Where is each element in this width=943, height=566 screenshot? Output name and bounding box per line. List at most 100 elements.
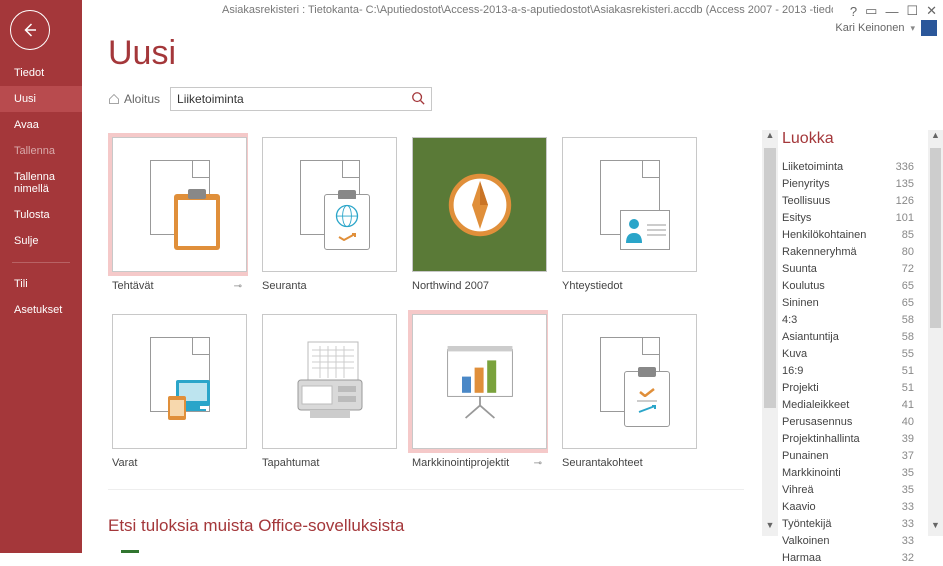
templates-scrollbar[interactable]: ▲ ▼: [762, 130, 778, 536]
back-button[interactable]: [10, 10, 50, 50]
category-count: 35: [902, 467, 914, 479]
scroll-up-icon[interactable]: ▲: [928, 130, 943, 146]
category-row[interactable]: Henkilökohtainen85: [782, 226, 914, 243]
category-row[interactable]: Työntekijä 33: [782, 515, 914, 532]
category-row[interactable]: Punainen37: [782, 447, 914, 464]
sidebar-item-tili[interactable]: Tili: [0, 271, 82, 297]
category-label: Sininen: [782, 297, 819, 309]
templates-grid: Tehtävät ⊸ Seuranta: [108, 133, 744, 469]
category-count: 65: [902, 280, 914, 292]
sidebar-item-tulosta[interactable]: Tulosta: [0, 202, 82, 228]
scroll-down-icon[interactable]: ▼: [762, 520, 778, 536]
category-row[interactable]: Perusasennus40: [782, 413, 914, 430]
category-row[interactable]: Projektinhallinta39: [782, 430, 914, 447]
category-label: Kaavio: [782, 501, 816, 513]
category-row[interactable]: Asiantuntija58: [782, 328, 914, 345]
category-row[interactable]: Kuva55: [782, 345, 914, 362]
categories-title: Luokka: [782, 130, 914, 148]
scroll-thumb[interactable]: [930, 148, 941, 328]
category-row[interactable]: Liiketoiminta336: [782, 158, 914, 175]
template-varat[interactable]: Varat: [108, 310, 248, 469]
category-count: 33: [902, 518, 914, 530]
template-label: Northwind 2007: [412, 280, 489, 292]
category-row[interactable]: Rakenneryhmä80: [782, 243, 914, 260]
template-label: Tehtävät: [112, 280, 154, 292]
category-row[interactable]: Esitys101: [782, 209, 914, 226]
content-area: Uusi Aloitus: [82, 0, 762, 553]
category-count: 65: [902, 297, 914, 309]
globe-icon: [333, 202, 361, 230]
close-icon[interactable]: ✕: [926, 3, 937, 19]
sidebar-item-label: Asetukset: [14, 304, 62, 316]
template-yhteystiedot[interactable]: Yhteystiedot: [558, 133, 698, 292]
template-northwind[interactable]: Northwind 2007: [408, 133, 548, 292]
category-row[interactable]: 4:358: [782, 311, 914, 328]
category-count: 80: [902, 246, 914, 258]
sidebar-item-sulje[interactable]: Sulje: [0, 228, 82, 254]
sidebar-item-label: Tulosta: [14, 209, 50, 221]
category-label: Projekti: [782, 382, 819, 394]
other-apps-results: Etsi tuloksia muista Office-sovelluksist…: [108, 516, 744, 553]
categories-scrollbar[interactable]: ▲ ▼: [928, 130, 943, 536]
template-label: Varat: [112, 457, 137, 469]
pin-icon[interactable]: ⊸: [534, 458, 548, 469]
home-link[interactable]: Aloitus: [108, 92, 160, 106]
category-count: 41: [902, 399, 914, 411]
template-markkinointiprojektit[interactable]: Markkinointiprojektit ⊸: [408, 310, 548, 469]
category-label: Työntekijä: [782, 518, 832, 530]
scroll-down-icon[interactable]: ▼: [928, 520, 943, 536]
category-label: Perusasennus: [782, 416, 852, 428]
category-row[interactable]: Harmaa32: [782, 549, 914, 566]
category-row[interactable]: Projekti 51: [782, 379, 914, 396]
category-row[interactable]: Koulutus65: [782, 277, 914, 294]
category-count: 33: [902, 535, 914, 547]
sidebar-item-avaa[interactable]: Avaa: [0, 112, 82, 138]
template-tehtavat[interactable]: Tehtävät ⊸: [108, 133, 248, 292]
category-row[interactable]: Sininen 65: [782, 294, 914, 311]
scroll-thumb[interactable]: [764, 148, 776, 408]
category-row[interactable]: Medialeikkeet41: [782, 396, 914, 413]
category-row[interactable]: Markkinointi35: [782, 464, 914, 481]
sidebar-item-tallenna: Tallenna: [0, 138, 82, 164]
search-icon[interactable]: [411, 91, 425, 108]
category-label: Suunta: [782, 263, 817, 275]
category-row[interactable]: Kaavio 33: [782, 498, 914, 515]
maximize-icon[interactable]: ☐: [906, 3, 918, 19]
category-count: 33: [902, 501, 914, 513]
user-name: Kari Keinonen: [835, 22, 904, 34]
sidebar-item-tiedot[interactable]: Tiedot: [0, 60, 82, 86]
user-account[interactable]: Kari Keinonen ▾: [835, 20, 937, 36]
template-thumbnail: [112, 314, 247, 449]
other-app-row[interactable]: ▸ P Project: 2: [108, 546, 744, 553]
category-label: Valkoinen: [782, 535, 830, 547]
sidebar-item-tallenna-nimella[interactable]: Tallenna nimellä: [0, 164, 82, 202]
template-seurantakohteet[interactable]: Seurantakohteet: [558, 310, 698, 469]
category-row[interactable]: Pienyritys135: [782, 175, 914, 192]
category-row[interactable]: Vihreä35: [782, 481, 914, 498]
category-count: 35: [902, 484, 914, 496]
category-count: 51: [902, 382, 914, 394]
minimize-icon[interactable]: —: [885, 4, 898, 19]
ribbon-options-icon[interactable]: ▭: [865, 3, 877, 19]
template-label: Markkinointiprojektit: [412, 457, 509, 469]
category-row[interactable]: Suunta72: [782, 260, 914, 277]
category-label: Pienyritys: [782, 178, 830, 190]
template-seuranta[interactable]: Seuranta: [258, 133, 398, 292]
avatar: [921, 20, 937, 36]
presentation-chart-icon: [435, 337, 525, 427]
scroll-up-icon[interactable]: ▲: [762, 130, 778, 146]
category-row[interactable]: Teollisuus126: [782, 192, 914, 209]
template-tapahtumat[interactable]: Tapahtumat: [258, 310, 398, 469]
sidebar-item-asetukset[interactable]: Asetukset: [0, 297, 82, 323]
sidebar-item-uusi[interactable]: Uusi: [0, 86, 82, 112]
category-label: Henkilökohtainen: [782, 229, 866, 241]
search-box[interactable]: [170, 87, 432, 111]
category-row[interactable]: 16:951: [782, 362, 914, 379]
help-icon[interactable]: ?: [850, 4, 857, 19]
home-label: Aloitus: [124, 92, 160, 106]
search-input[interactable]: [177, 92, 411, 106]
category-row[interactable]: Valkoinen 33: [782, 532, 914, 549]
pin-icon[interactable]: ⊸: [234, 281, 248, 292]
category-count: 58: [902, 331, 914, 343]
category-label: 4:3: [782, 314, 797, 326]
